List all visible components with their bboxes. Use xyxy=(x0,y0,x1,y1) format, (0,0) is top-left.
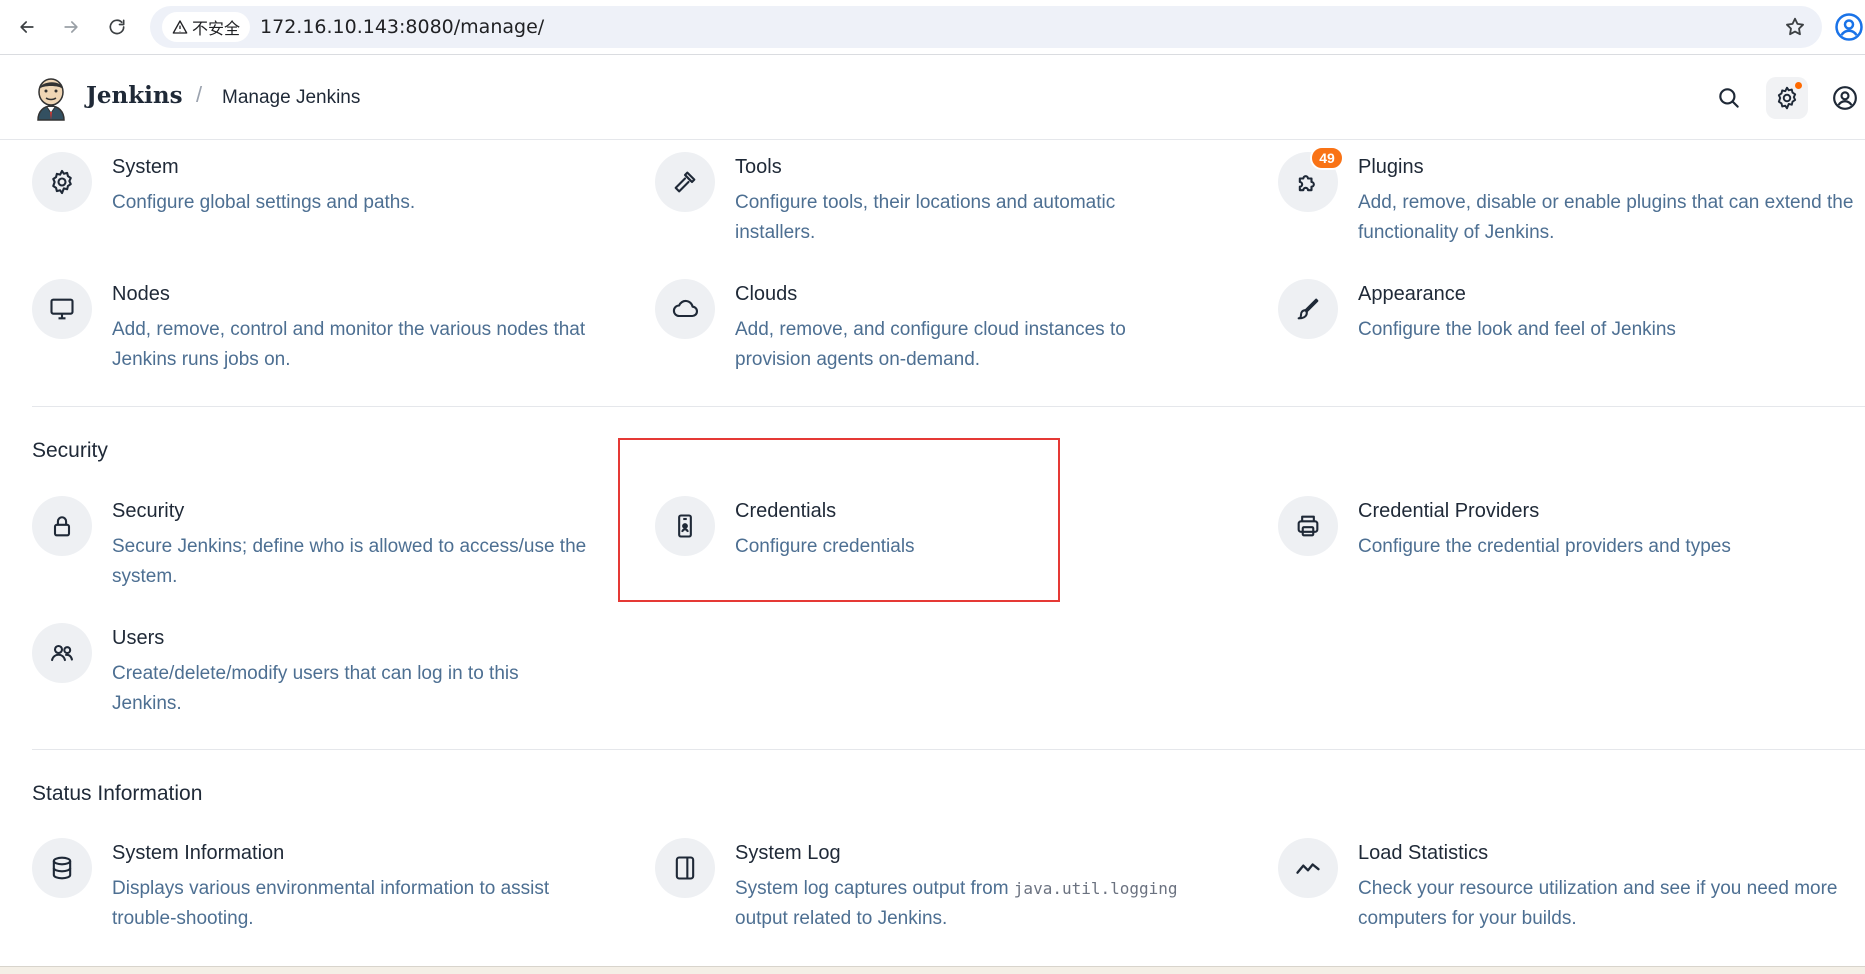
brand-name[interactable]: Jenkins xyxy=(86,82,183,109)
cloud-icon xyxy=(655,279,715,339)
arrow-right-icon xyxy=(64,21,78,33)
gear-icon xyxy=(32,152,92,212)
warning-icon xyxy=(172,20,188,34)
breadcrumb-manage-jenkins[interactable]: Manage Jenkins xyxy=(222,87,360,109)
tile-title[interactable]: Clouds xyxy=(735,283,797,306)
back-button[interactable] xyxy=(12,12,42,42)
tile-title[interactable]: Load Statistics xyxy=(1358,842,1488,865)
tile-title[interactable]: System Information xyxy=(112,842,284,865)
tile-title[interactable]: Tools xyxy=(735,156,782,179)
forward-button[interactable] xyxy=(56,12,86,42)
tile-system-log[interactable]: System Log System log captures output fr… xyxy=(655,838,1255,948)
tile-title[interactable]: Credential Providers xyxy=(1358,500,1539,523)
tile-title[interactable]: System Log xyxy=(735,842,841,865)
desc-code: java.util.logging xyxy=(1013,879,1178,898)
arrow-left-icon xyxy=(20,21,34,33)
tile-description: Displays various environmental informati… xyxy=(112,878,550,929)
user-menu-button[interactable] xyxy=(1824,77,1865,119)
tile-title[interactable]: Appearance xyxy=(1358,283,1466,306)
tile-description: Configure credentials xyxy=(735,536,915,557)
tile-tools[interactable]: Tools Configure tools, their locations a… xyxy=(655,152,1255,262)
tile-description: Secure Jenkins; define who is allowed to… xyxy=(112,536,587,587)
browser-profile-icon[interactable] xyxy=(1834,12,1864,42)
tile-title[interactable]: Nodes xyxy=(112,283,170,306)
tile-title[interactable]: Security xyxy=(112,500,184,523)
tile-title[interactable]: Plugins xyxy=(1358,156,1424,179)
jenkins-logo-icon[interactable] xyxy=(30,74,72,122)
bookmark-star-icon[interactable] xyxy=(1784,16,1806,38)
desc-text: output related to Jenkins. xyxy=(735,908,948,929)
reload-button[interactable] xyxy=(102,12,132,42)
tile-title[interactable]: System xyxy=(112,156,179,179)
section-heading-security: Security xyxy=(32,439,108,462)
bottom-edge xyxy=(0,966,1865,974)
tile-description: Configure tools, their locations and aut… xyxy=(735,192,1116,243)
users-icon xyxy=(32,623,92,683)
tile-description: Configure global settings and paths. xyxy=(112,192,416,213)
credentials-icon xyxy=(655,496,715,556)
tile-plugins[interactable]: 49 Plugins Add, remove, disable or enabl… xyxy=(1278,146,1865,262)
tile-description: Add, remove, and configure cloud instanc… xyxy=(735,319,1126,370)
search-button[interactable] xyxy=(1708,77,1750,119)
tile-title[interactable]: Credentials xyxy=(735,500,836,523)
address-bar[interactable]: 不安全 172.16.10.143:8080/manage/ xyxy=(150,6,1822,48)
brush-icon xyxy=(1278,279,1338,339)
app-header: Jenkins / Manage Jenkins xyxy=(0,56,1865,140)
lock-icon xyxy=(32,496,92,556)
tile-security[interactable]: Security Secure Jenkins; define who is a… xyxy=(32,496,632,606)
manage-jenkins-button[interactable] xyxy=(1766,77,1808,119)
monitor-icon xyxy=(32,279,92,339)
tile-description: Create/delete/modify users that can log … xyxy=(112,663,519,714)
tile-description: Configure the credential providers and t… xyxy=(1358,536,1731,557)
tile-description: System log captures output from java.uti… xyxy=(735,874,1215,934)
section-divider xyxy=(32,406,1865,407)
search-icon xyxy=(1719,88,1739,108)
section-divider xyxy=(32,749,1865,750)
reload-icon xyxy=(109,19,125,35)
tile-credentials[interactable]: Credentials Configure credentials xyxy=(655,496,1255,606)
log-icon xyxy=(655,838,715,898)
tile-system-information[interactable]: System Information Displays various envi… xyxy=(32,838,632,948)
insecure-label: 不安全 xyxy=(192,21,241,38)
tile-description: Configure the look and feel of Jenkins xyxy=(1358,319,1676,340)
activity-icon xyxy=(1278,838,1338,898)
user-account-icon xyxy=(1833,86,1857,110)
notification-dot xyxy=(1795,82,1802,89)
gear-icon xyxy=(1777,86,1797,110)
section-heading-status: Status Information xyxy=(32,782,203,805)
tile-credential-providers[interactable]: Credential Providers Configure the crede… xyxy=(1278,496,1865,606)
tile-description: Check your resource utilization and see … xyxy=(1358,878,1838,929)
browser-toolbar: 不安全 172.16.10.143:8080/manage/ xyxy=(0,0,1865,55)
tile-title[interactable]: Users xyxy=(112,627,164,650)
tile-clouds[interactable]: Clouds Add, remove, and configure cloud … xyxy=(655,279,1255,389)
database-icon xyxy=(32,838,92,898)
tile-description: Add, remove, disable or enable plugins t… xyxy=(1358,192,1854,243)
tile-users[interactable]: Users Create/delete/modify users that ca… xyxy=(32,623,632,733)
site-info-chip[interactable]: 不安全 xyxy=(162,12,251,42)
tile-appearance[interactable]: Appearance Configure the look and feel o… xyxy=(1278,279,1865,389)
tile-system[interactable]: System Configure global settings and pat… xyxy=(32,152,632,262)
hammer-icon xyxy=(655,152,715,212)
plugin-updates-badge: 49 xyxy=(1310,146,1344,170)
url-text[interactable]: 172.16.10.143:8080/manage/ xyxy=(260,16,544,38)
tile-description: Add, remove, control and monitor the var… xyxy=(112,319,586,370)
printer-icon xyxy=(1278,496,1338,556)
desc-text: System log captures output from xyxy=(735,878,1014,899)
tile-nodes[interactable]: Nodes Add, remove, control and monitor t… xyxy=(32,279,632,389)
breadcrumb-separator: / xyxy=(196,82,203,107)
tile-load-statistics[interactable]: Load Statistics Check your resource util… xyxy=(1278,838,1865,948)
